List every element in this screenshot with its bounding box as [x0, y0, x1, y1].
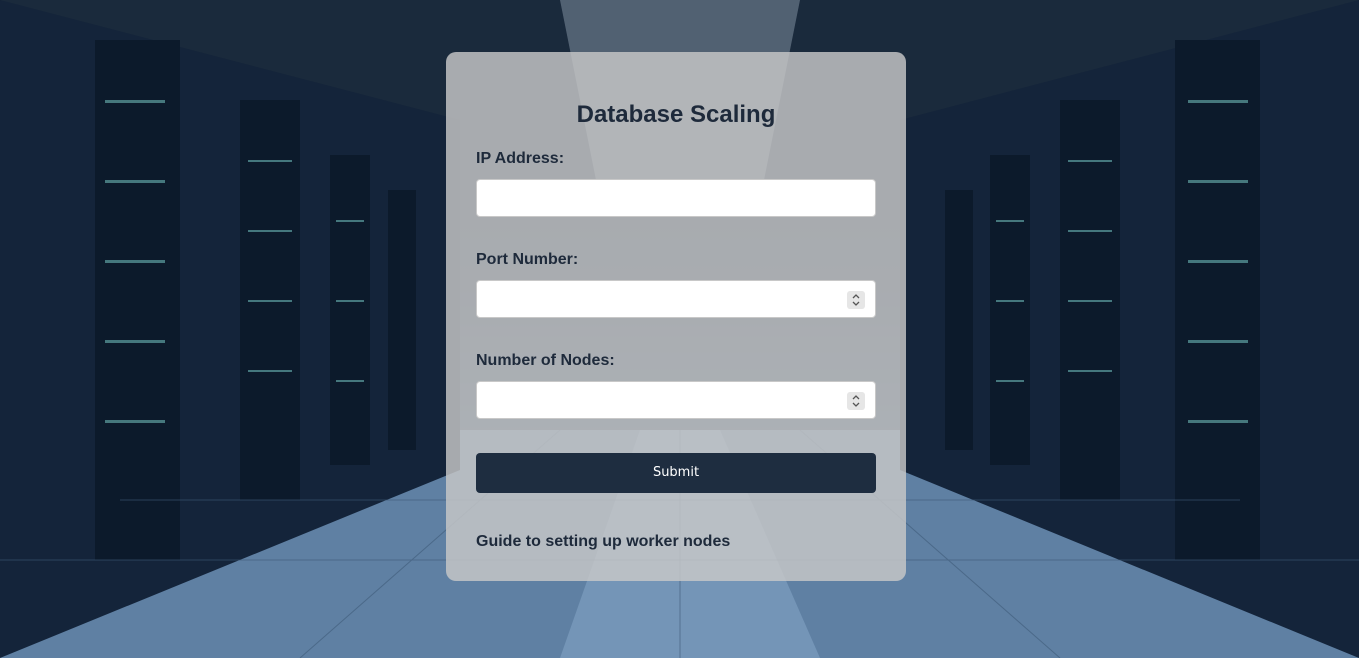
- number-of-nodes-label: Number of Nodes:: [476, 352, 615, 369]
- worker-nodes-guide-link[interactable]: Guide to setting up worker nodes: [476, 532, 730, 552]
- scaling-form-card: Database Scaling IP Address: Port Number…: [446, 52, 906, 581]
- ip-address-input[interactable]: [476, 179, 876, 217]
- number-of-nodes-input[interactable]: [476, 381, 876, 419]
- port-number-input[interactable]: [476, 280, 876, 318]
- number-stepper-icon[interactable]: [847, 392, 865, 410]
- ip-address-label: IP Address:: [476, 150, 565, 167]
- port-number-label: Port Number:: [476, 251, 579, 268]
- submit-button[interactable]: Submit: [476, 453, 876, 493]
- form-title: Database Scaling: [576, 101, 776, 128]
- number-stepper-icon[interactable]: [847, 291, 865, 309]
